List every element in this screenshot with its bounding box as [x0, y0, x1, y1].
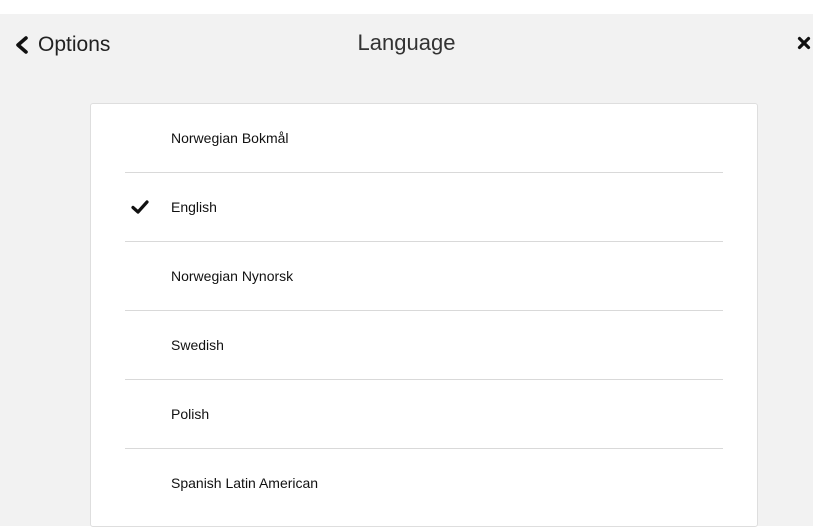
language-option-norwegian-bokmal[interactable]: Norwegian Bokmål: [125, 104, 723, 173]
language-option-label: English: [171, 199, 217, 215]
language-option-label: Swedish: [171, 337, 224, 353]
page-title: Language: [357, 30, 456, 55]
language-list-card: Norwegian Bokmål English Norwegian Nynor…: [90, 103, 758, 527]
close-icon[interactable]: [797, 36, 811, 50]
chevron-left-icon: [16, 36, 28, 54]
back-to-options-button[interactable]: Options: [14, 32, 110, 58]
language-option-label: Polish: [171, 406, 210, 422]
language-option-label: Spanish Latin American: [171, 475, 319, 491]
language-panel: Options Language Norwegian Bokmål Englis…: [0, 14, 813, 527]
language-option-norwegian-nynorsk[interactable]: Norwegian Nynorsk: [125, 242, 723, 311]
language-list: Norwegian Bokmål English Norwegian Nynor…: [91, 104, 757, 518]
language-option-swedish[interactable]: Swedish: [125, 311, 723, 380]
checkmark-icon: [131, 200, 149, 214]
language-option-polish[interactable]: Polish: [125, 380, 723, 449]
language-option-label: Norwegian Bokmål: [171, 130, 289, 146]
language-option-spanish-latin-american[interactable]: Spanish Latin American: [125, 449, 723, 518]
back-button-label: Options: [38, 33, 111, 56]
language-option-english[interactable]: English: [125, 173, 723, 242]
language-option-label: Norwegian Nynorsk: [171, 268, 294, 284]
